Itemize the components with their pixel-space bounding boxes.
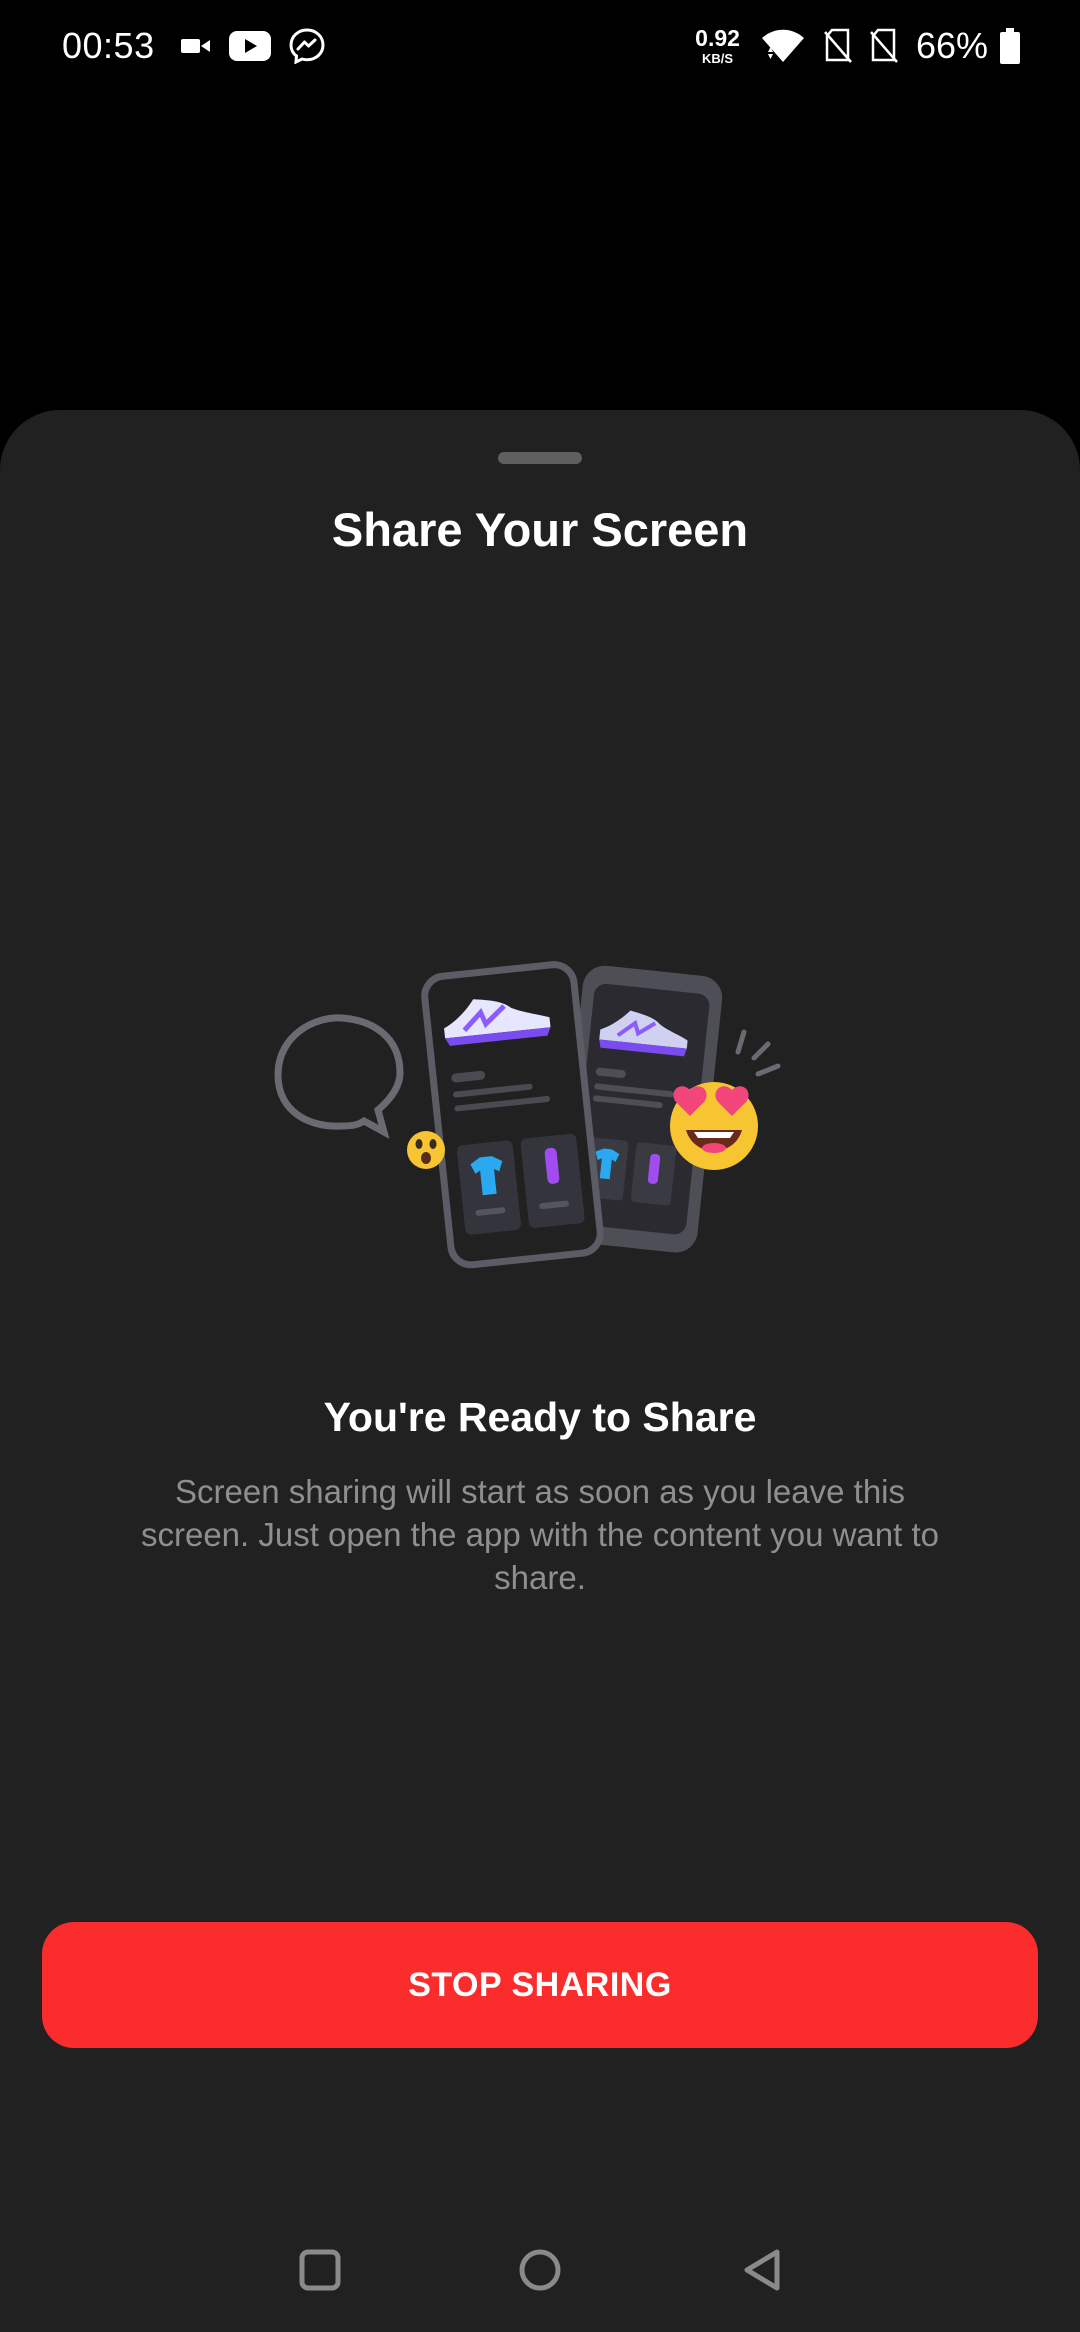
sheet-title: Share Your Screen [331,503,749,556]
status-bar: 00:53 0.92 KB/S 66% [0,0,1080,92]
drag-handle[interactable] [498,452,582,464]
stop-sharing-button[interactable]: STOP SHARING [42,1922,1038,2048]
back-triangle-icon[interactable] [722,2230,802,2310]
youtube-icon [228,31,271,61]
status-right: 0.92 KB/S 66% [695,25,1020,67]
home-circle-icon[interactable] [500,2230,580,2310]
battery-icon [1000,28,1020,64]
status-left: 00:53 [62,25,343,67]
no-sim-icon [823,28,852,64]
battery-percent: 66% [915,25,988,66]
network-speed-value: 0.92 [695,25,740,51]
sparkle-lines-icon [735,1029,781,1077]
wifi-icon [760,28,806,64]
video-camera-icon [180,36,211,56]
network-speed-unit: KB/S [702,51,734,66]
phone-screen: 00:53 0.92 KB/S 66% Share Your Screen Yo… [0,0,1080,2332]
share-illustration [270,940,810,1270]
ready-title: You're Ready to Share [323,1394,757,1440]
messenger-icon [289,28,325,64]
ready-description: Screen sharing will start as soon as you… [140,1473,939,1596]
recents-square-icon[interactable] [280,2230,360,2310]
heart-eyes-emoji-icon [670,1082,758,1170]
speech-bubble-icon [274,1014,404,1140]
phone-front-illustration [421,961,604,1269]
no-sim-icon [869,28,898,64]
share-screen-sheet: Share Your Screen You're Ready to Share … [0,410,1080,2332]
status-time: 00:53 [62,25,155,66]
network-speed: 0.92 KB/S [695,25,740,66]
navigation-bar [0,2220,1080,2320]
surprised-emoji-icon [407,1131,445,1169]
